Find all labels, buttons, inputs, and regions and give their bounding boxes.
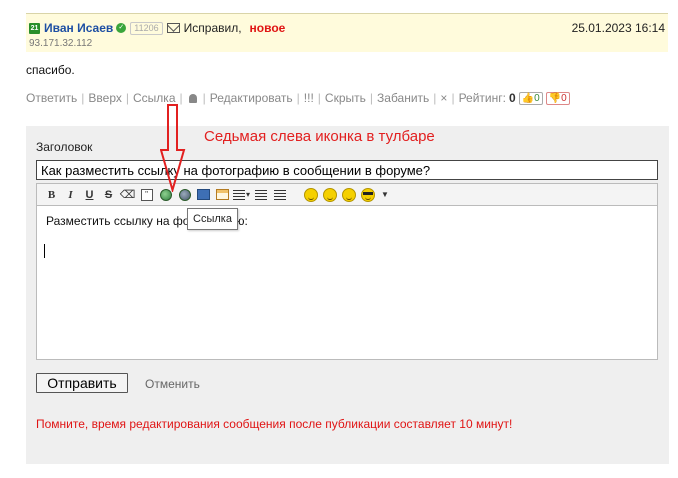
underline-icon[interactable]: U bbox=[81, 186, 98, 203]
post-author-line: 21 Иван Исаев ✓ 11206 Исправил, новое bbox=[29, 21, 285, 35]
emoji-dropdown-icon[interactable]: ▼ bbox=[381, 190, 389, 199]
separator: | bbox=[369, 91, 374, 105]
post-body: спасибо. bbox=[26, 63, 75, 77]
title-input[interactable] bbox=[36, 160, 658, 180]
strikethrough-icon[interactable]: S bbox=[100, 186, 117, 203]
title-label: Заголовок bbox=[36, 140, 93, 154]
smile-icon[interactable] bbox=[304, 187, 318, 202]
username-link[interactable]: Иван Исаев bbox=[44, 21, 113, 35]
hide-link[interactable]: Скрыть bbox=[325, 91, 366, 105]
reply-link[interactable]: Ответить bbox=[26, 91, 77, 105]
up-link[interactable]: Вверх bbox=[88, 91, 121, 105]
post-subject: Исправил, bbox=[183, 21, 242, 35]
link-tooltip: Ссылка bbox=[187, 208, 238, 230]
message-count-badge: 11206 bbox=[130, 21, 163, 35]
dislike-button[interactable]: 👎 0 bbox=[545, 91, 570, 105]
annotation-arrow-icon bbox=[160, 104, 186, 192]
quote-icon[interactable]: " bbox=[138, 186, 155, 203]
unordered-list-icon[interactable] bbox=[271, 186, 288, 203]
cancel-link[interactable]: Отменить bbox=[145, 377, 200, 391]
message-editor[interactable]: Разместить ссылку на фотографию: bbox=[36, 205, 658, 360]
separator: | bbox=[202, 91, 206, 105]
post-date: 25.01.2023 16:14 bbox=[571, 21, 665, 35]
align-icon[interactable]: ▾ bbox=[233, 186, 250, 203]
edit-time-warning: Помните, время редактирования сообщения … bbox=[36, 417, 513, 431]
post-ip: 93.171.32.112 bbox=[29, 38, 93, 49]
separator: | bbox=[81, 91, 85, 105]
text-cursor bbox=[44, 244, 45, 258]
edit-link[interactable]: Редактировать bbox=[210, 91, 293, 105]
wink-icon[interactable] bbox=[323, 187, 337, 202]
new-badge: новое bbox=[249, 21, 286, 35]
italic-icon[interactable]: I bbox=[62, 186, 79, 203]
ordered-list-icon[interactable] bbox=[252, 186, 269, 203]
mail-icon[interactable] bbox=[166, 23, 180, 33]
image-icon[interactable] bbox=[195, 186, 212, 203]
delete-link[interactable]: × bbox=[440, 91, 447, 105]
separator: | bbox=[451, 91, 455, 105]
rating-value: 0 bbox=[508, 91, 516, 105]
edit-form: Заголовок B I U S ⌫ " ▾ ▼ Разместить ссы… bbox=[26, 126, 669, 464]
separator: | bbox=[317, 91, 321, 105]
separator: | bbox=[125, 91, 130, 105]
submit-button[interactable]: Отправить bbox=[36, 373, 128, 393]
separator: | bbox=[296, 91, 300, 105]
user-level-badge: 21 bbox=[29, 22, 40, 34]
rating-label: Рейтинг: bbox=[458, 91, 506, 105]
report-link[interactable]: !!! bbox=[304, 91, 314, 105]
post-header: 21 Иван Исаев ✓ 11206 Исправил, новое 25… bbox=[26, 13, 668, 52]
verified-icon: ✓ bbox=[116, 23, 127, 33]
permalink-link[interactable]: Ссылка bbox=[133, 91, 175, 105]
post-actions: Ответить | Вверх | Ссылка | | Редактиров… bbox=[26, 91, 570, 105]
thumbs-down-icon: 👎 bbox=[548, 92, 562, 104]
bold-icon[interactable]: B bbox=[43, 186, 60, 203]
like-count: 0 bbox=[534, 92, 540, 104]
dislike-count: 0 bbox=[561, 92, 567, 104]
bell-icon[interactable] bbox=[188, 93, 197, 103]
grin-icon[interactable] bbox=[342, 187, 356, 202]
separator: | bbox=[433, 91, 437, 105]
table-icon[interactable] bbox=[214, 186, 231, 203]
like-button[interactable]: 👍 0 bbox=[518, 91, 543, 105]
ban-link[interactable]: Забанить bbox=[377, 91, 429, 105]
thumbs-up-icon: 👍 bbox=[521, 92, 535, 104]
eraser-icon[interactable]: ⌫ bbox=[119, 186, 136, 203]
cool-icon[interactable] bbox=[361, 187, 375, 202]
separator: | bbox=[179, 91, 183, 105]
editor-toolbar: B I U S ⌫ " ▾ ▼ bbox=[36, 183, 658, 205]
annotation-caption: Седьмая слева иконка в тулбаре bbox=[204, 128, 435, 145]
